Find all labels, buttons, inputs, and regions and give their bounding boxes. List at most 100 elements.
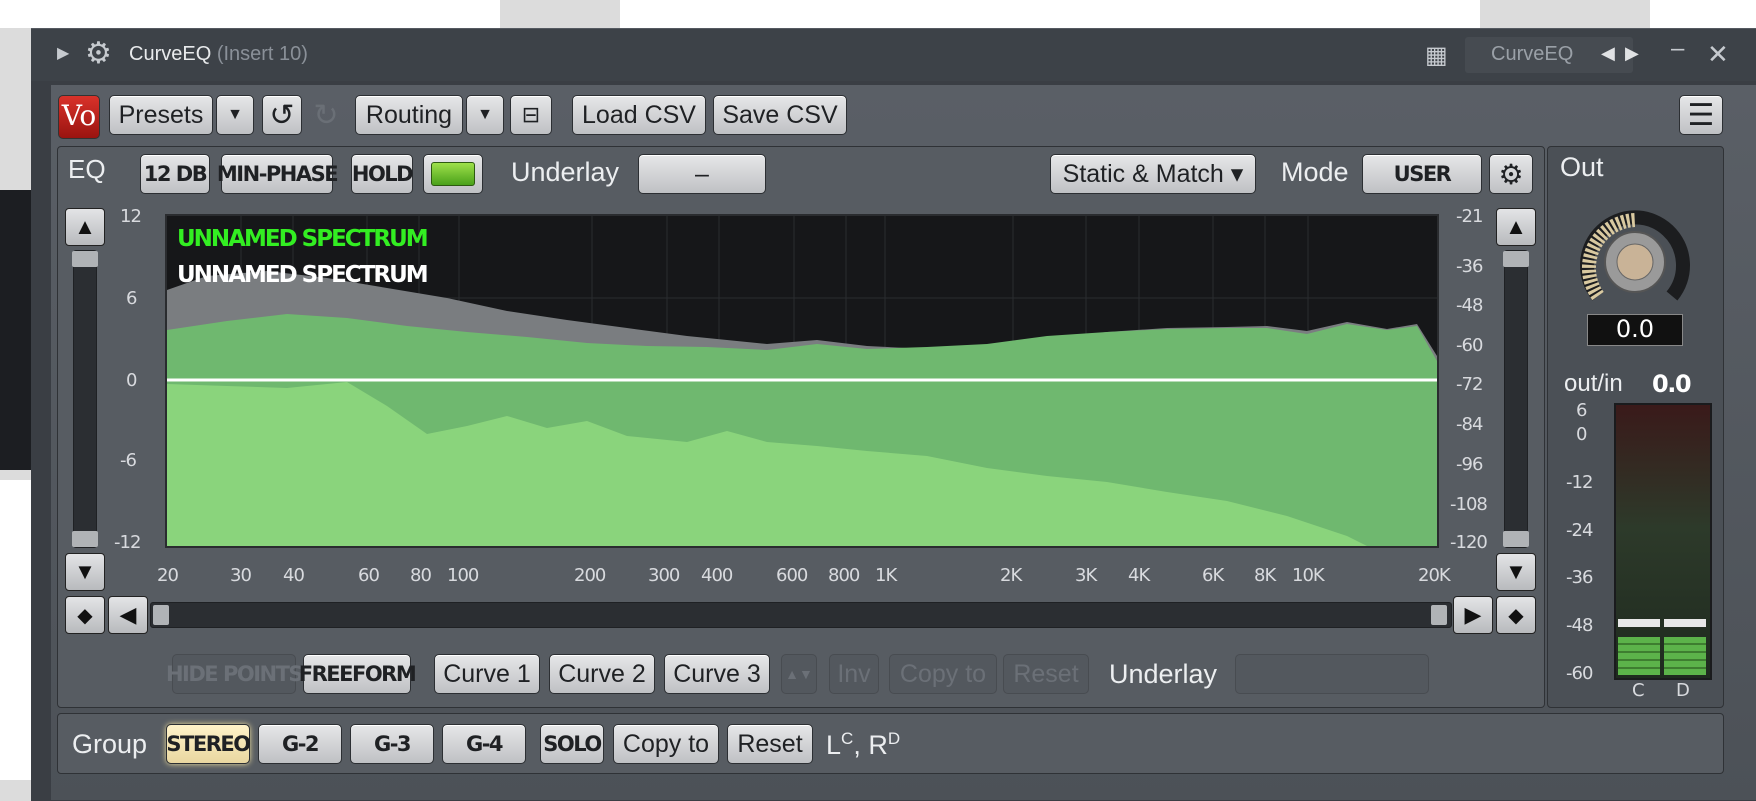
out-in-value: 0.0 [1652,370,1692,398]
freq-label: 800 [828,565,860,586]
window-subtitle: (Insert 10) [216,43,308,65]
grid-icon[interactable]: ▦ [1425,41,1448,70]
static-match-dropdown[interactable]: Static & Match ▾ [1050,154,1256,194]
left-axis-label: -6 [120,450,137,471]
close-icon[interactable]: ✕ [1707,39,1729,70]
curve-copy-to-button[interactable]: Copy to [889,654,997,694]
presets-button[interactable]: Presets [109,95,213,135]
spectrum-toggle-button[interactable] [423,154,483,194]
next-arrow-icon[interactable]: ▶ [1625,43,1639,64]
slider-handle[interactable] [72,531,98,547]
freq-label: 80 [410,565,432,586]
right-scroll-up-button[interactable]: ▲ [1496,208,1536,246]
12db-button[interactable]: 12 DB [140,154,210,194]
plugin-selector-label: CurveEQ [1491,43,1574,65]
curve-reset-button[interactable]: Reset [1003,654,1089,694]
slider-handle[interactable] [72,251,98,267]
meter-scale-label: -12 [1566,472,1593,493]
save-csv-button[interactable]: Save CSV [713,95,847,135]
routing-button[interactable]: Routing [355,95,463,135]
redo-button[interactable]: ↻ [306,95,346,135]
curve1-button[interactable]: Curve 1 [434,654,540,694]
knob-value-display[interactable]: 0.0 [1587,314,1683,346]
freq-label: 10K [1292,565,1325,586]
meter-scale-label: 0 [1576,424,1587,445]
g2-button[interactable]: G-2 [258,724,342,764]
freq-label: 6K [1202,565,1224,586]
spectrum-plot[interactable]: UNNAMED SPECTRUM UNNAMED SPECTRUM [165,214,1439,548]
hide-points-button[interactable]: HIDE POINTS [166,654,304,694]
curve-stepper[interactable]: ▲▼ [781,654,817,694]
min-phase-button[interactable]: MIN-PHASE [217,154,339,194]
hold-button[interactable]: HOLD [351,154,414,194]
scroll-right-button[interactable]: ▶ [1453,596,1493,634]
zoom-fit-right-button[interactable]: ◆ [1496,596,1536,634]
curve2-button[interactable]: Curve 2 [549,654,655,694]
arrow-left-icon: ◀ [119,602,137,627]
curve-underlay-label: Underlay [1109,659,1218,689]
gear-icon: ⚙ [1498,158,1524,190]
left-scroll-down-button[interactable]: ▼ [65,553,105,591]
mode-user-button[interactable]: USER [1362,154,1482,194]
curve3-button[interactable]: Curve 3 [664,654,770,694]
arrow-down-icon: ▼ [1505,559,1527,584]
left-vertical-slider[interactable] [72,250,98,548]
group-copy-to-button[interactable]: Copy to [613,724,719,764]
freq-label: 100 [447,565,479,586]
eq-tab[interactable]: EQ [68,154,106,185]
expand-arrow-icon[interactable]: ▶ [57,43,69,63]
scrollbar-handle[interactable] [1431,605,1447,625]
undo-button[interactable]: ↺ [262,95,302,135]
freeform-button[interactable]: FREEFORM [299,654,417,694]
g4-button[interactable]: G-4 [442,724,526,764]
diamond-icon: ◆ [77,604,93,627]
presets-dropdown-button[interactable]: ▼ [216,95,254,135]
green-indicator-icon [431,162,475,186]
mode-label: Mode [1281,157,1349,187]
zoom-fit-left-button[interactable]: ◆ [65,596,105,634]
chevron-down-icon: ▼ [477,106,493,123]
menu-button[interactable]: ☰ [1679,95,1723,135]
solo-button[interactable]: SOLO [540,724,604,764]
minimize-icon[interactable]: – [1671,35,1684,63]
green-spectrum-label: UNNAMED SPECTRUM [177,226,429,252]
compare-button[interactable]: ⊟ [510,95,552,135]
channel-separator: , R [853,730,888,760]
right-vertical-slider[interactable] [1503,250,1529,548]
freq-label: 60 [358,565,380,586]
scrollbar-handle[interactable] [153,605,169,625]
right-axis-label: -60 [1456,335,1483,356]
group-reset-button[interactable]: Reset [727,724,813,764]
gear-icon[interactable]: ⚙ [85,36,112,71]
plugin-selector[interactable]: CurveEQ ◀ ▶ [1465,37,1639,73]
eq-settings-button[interactable]: ⚙ [1489,154,1533,194]
scroll-left-button[interactable]: ◀ [108,596,148,634]
arrow-down-icon: ▼ [74,559,96,584]
channel-l: L [826,730,842,760]
left-axis-label: 0 [126,370,137,391]
inv-button[interactable]: Inv [829,654,879,694]
channel-r-group: D [887,729,901,748]
slider-handle[interactable] [1503,531,1529,547]
load-csv-button[interactable]: Load CSV [572,95,706,135]
horizontal-scrollbar[interactable] [150,602,1452,628]
freq-label: 30 [230,565,252,586]
output-gain-knob[interactable] [1576,210,1694,310]
curve-underlay-select[interactable] [1235,654,1429,694]
meter-bar-d [1664,637,1706,675]
prev-arrow-icon[interactable]: ◀ [1601,43,1615,64]
meter-scale-label: -36 [1566,567,1593,588]
slider-handle[interactable] [1503,251,1529,267]
right-scroll-down-button[interactable]: ▼ [1496,553,1536,591]
arrow-up-icon: ▲ [74,214,96,239]
right-axis-label: -84 [1456,414,1483,435]
meter-peak-c [1618,619,1660,627]
left-scroll-up-button[interactable]: ▲ [65,208,105,246]
right-axis-label: -120 [1450,532,1488,553]
out-tab[interactable]: Out [1560,152,1604,183]
g3-button[interactable]: G-3 [350,724,434,764]
underlay-select[interactable]: – [638,154,766,194]
voxengo-logo[interactable]: Vo [58,95,100,139]
stereo-button[interactable]: STEREO [166,724,251,764]
routing-dropdown-button[interactable]: ▼ [466,95,504,135]
